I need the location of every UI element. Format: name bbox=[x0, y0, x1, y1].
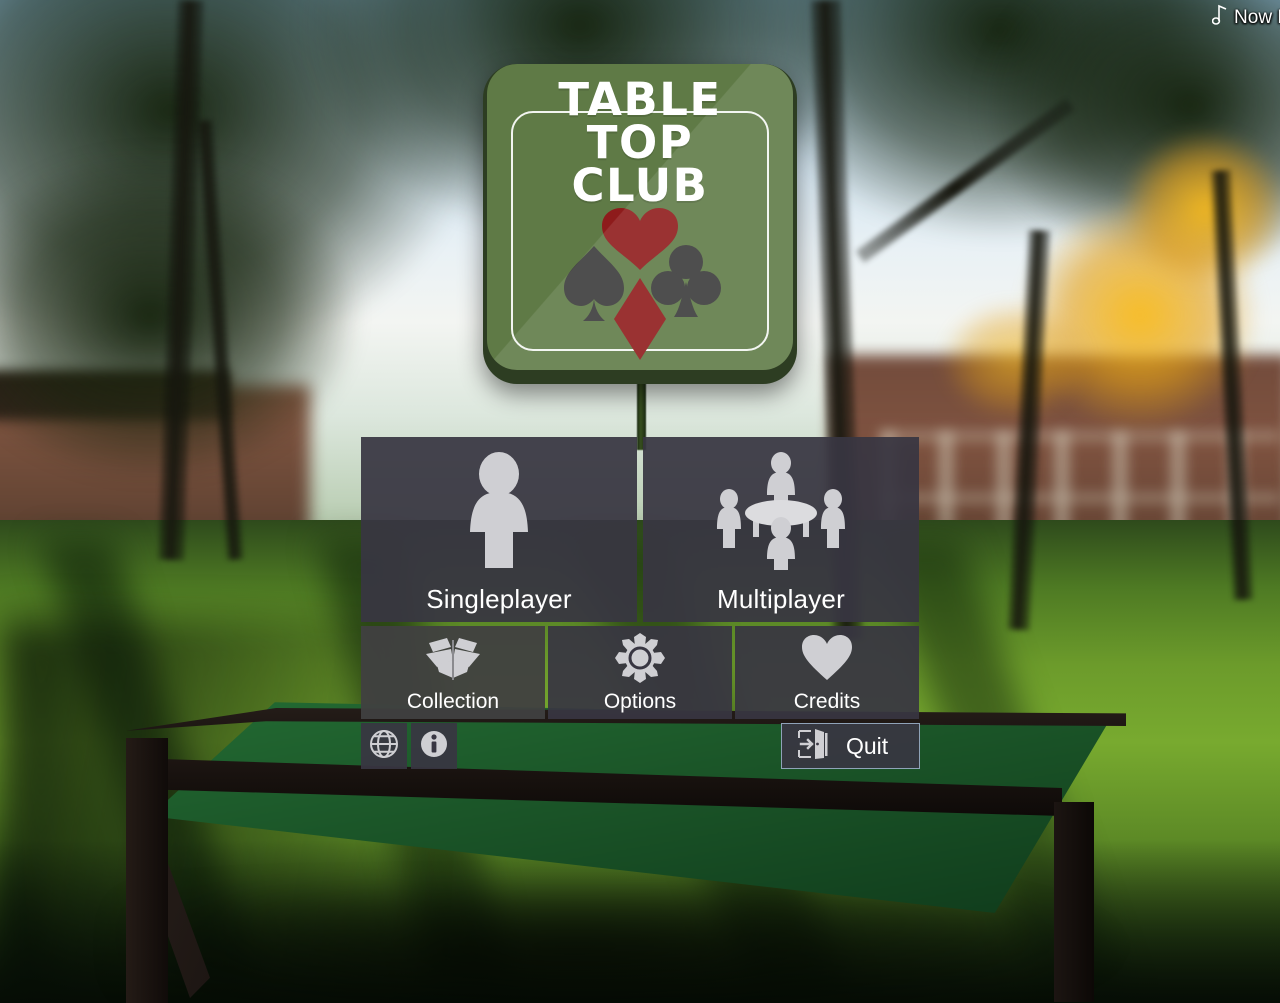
open-box-icon bbox=[423, 626, 483, 690]
secondary-menu-row: Collection Options Credits bbox=[361, 626, 920, 719]
options-button[interactable]: Options bbox=[548, 626, 732, 719]
main-menu-panel: Singleplayer Multiplayer Collection Opti… bbox=[361, 437, 920, 769]
credits-button[interactable]: Credits bbox=[735, 626, 919, 719]
people-around-table-icon bbox=[711, 437, 851, 585]
primary-menu-row: Singleplayer Multiplayer bbox=[361, 437, 920, 622]
multiplayer-label: Multiplayer bbox=[717, 584, 845, 615]
game-logo: TABLE TOP CLUB bbox=[483, 64, 797, 384]
logo-face: TABLE TOP CLUB bbox=[487, 64, 793, 370]
multiplayer-button[interactable]: Multiplayer bbox=[643, 437, 919, 622]
table-leg-right bbox=[1054, 802, 1094, 1002]
single-person-icon bbox=[459, 437, 539, 585]
info-icon bbox=[419, 729, 449, 764]
collection-label: Collection bbox=[406, 689, 500, 713]
quit-label: Quit bbox=[846, 732, 889, 759]
options-label: Options bbox=[603, 689, 677, 713]
autumn-foliage-3 bbox=[940, 300, 1090, 420]
collection-button[interactable]: Collection bbox=[361, 626, 545, 719]
globe-icon bbox=[369, 729, 399, 764]
language-button[interactable] bbox=[361, 723, 407, 769]
utility-menu-row: Quit bbox=[361, 723, 920, 769]
credits-label: Credits bbox=[793, 689, 861, 713]
quit-button[interactable]: Quit bbox=[781, 723, 920, 769]
game-main-menu-screen: TABLE TOP CLUB bbox=[0, 0, 1280, 1003]
info-button[interactable] bbox=[411, 723, 457, 769]
exit-door-icon bbox=[796, 727, 830, 766]
autumn-foliage-2 bbox=[1120, 130, 1280, 290]
singleplayer-label: Singleplayer bbox=[426, 584, 572, 615]
table-leg-left bbox=[126, 738, 168, 1003]
singleplayer-button[interactable]: Singleplayer bbox=[361, 437, 637, 622]
logo-gloss-highlight bbox=[487, 64, 793, 370]
gear-icon bbox=[615, 626, 665, 690]
heart-icon bbox=[801, 626, 853, 690]
